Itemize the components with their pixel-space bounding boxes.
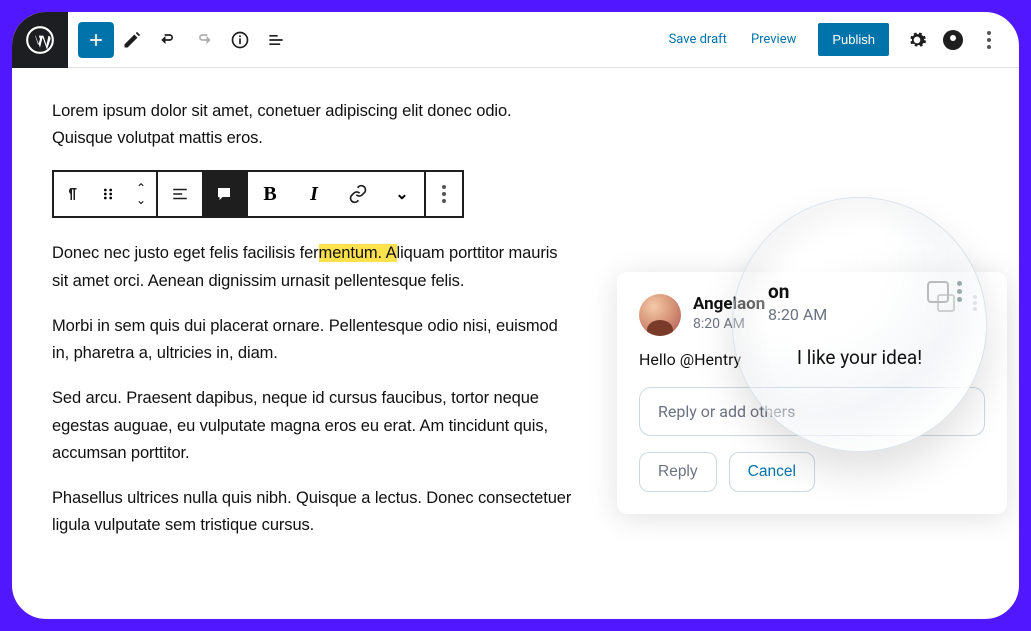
- editor-frame: Save draft Preview Publish Lorem ipsum d…: [0, 0, 1031, 631]
- kebab-icon: [434, 185, 454, 203]
- redo-button: [186, 22, 222, 58]
- undo-icon: [158, 30, 178, 50]
- chevron-down-icon: ⌄: [395, 186, 408, 202]
- list-icon: [266, 30, 286, 50]
- settings-button[interactable]: [899, 22, 935, 58]
- avatar: [639, 294, 681, 336]
- block-toolbar: ⌃⌄ B I ⌄: [52, 170, 464, 218]
- publish-button[interactable]: Publish: [818, 23, 889, 56]
- outline-button[interactable]: [258, 22, 294, 58]
- bold-button[interactable]: B: [248, 172, 292, 216]
- wordpress-icon: [26, 26, 54, 54]
- edit-mode-button[interactable]: [114, 22, 150, 58]
- comment-time: 8:20 AM: [693, 316, 765, 332]
- highlighted-text: mentum. A: [319, 244, 397, 262]
- drag-icon: [100, 186, 116, 202]
- comment-menu-button[interactable]: [965, 295, 985, 311]
- circle-pin-icon: [943, 30, 963, 50]
- editor-column: Lorem ipsum dolor sit amet, conetuer adi…: [52, 98, 572, 557]
- plus-icon: [86, 30, 106, 50]
- comment-body: Hello @Hentry: [639, 350, 985, 369]
- speech-bubble-icon: [215, 185, 233, 203]
- more-menu-button[interactable]: [971, 22, 1007, 58]
- preview-link[interactable]: Preview: [739, 32, 808, 47]
- cancel-button[interactable]: Cancel: [729, 452, 815, 492]
- link-icon: [348, 184, 368, 204]
- save-draft-link[interactable]: Save draft: [657, 32, 739, 47]
- top-toolbar: Save draft Preview Publish: [12, 12, 1019, 68]
- drag-handle[interactable]: [90, 172, 126, 216]
- align-button[interactable]: [158, 172, 202, 216]
- paragraph-1[interactable]: Lorem ipsum dolor sit amet, conetuer adi…: [52, 98, 572, 152]
- info-icon: [230, 30, 250, 50]
- pilcrow-icon: [63, 185, 81, 203]
- link-button[interactable]: [336, 172, 380, 216]
- block-more-button[interactable]: [426, 172, 462, 216]
- comment-author: Angelaon: [693, 294, 765, 314]
- more-format-button[interactable]: ⌄: [380, 172, 424, 216]
- pencil-icon: [122, 30, 142, 50]
- wordpress-logo[interactable]: [12, 12, 68, 68]
- paragraph-2[interactable]: Donec nec justo eget felis facilisis fer…: [52, 240, 572, 294]
- paragraph-5[interactable]: Phasellus ultrices nulla quis nibh. Quis…: [52, 485, 572, 539]
- paragraph-3[interactable]: Morbi in sem quis dui placerat ornare. P…: [52, 313, 572, 367]
- comment-button[interactable]: [202, 172, 246, 216]
- paragraph-block-button[interactable]: [54, 172, 90, 216]
- reply-input[interactable]: Reply or add others: [639, 387, 985, 436]
- move-buttons[interactable]: ⌃⌄: [126, 172, 156, 216]
- resolve-checkbox[interactable]: [937, 294, 955, 312]
- kebab-icon: [979, 31, 999, 49]
- redo-icon: [194, 30, 214, 50]
- add-block-button[interactable]: [78, 22, 114, 58]
- comment-panel: Angelaon 8:20 AM Hello @Hentry Reply or …: [617, 272, 1007, 514]
- reply-button[interactable]: Reply: [639, 452, 717, 492]
- italic-button[interactable]: I: [292, 172, 336, 216]
- align-left-icon: [171, 185, 189, 203]
- chevron-down-icon: ⌄: [136, 194, 146, 206]
- pin-button[interactable]: [935, 22, 971, 58]
- paragraph-4[interactable]: Sed arcu. Praesent dapibus, neque id cur…: [52, 385, 572, 467]
- gear-icon: [907, 30, 927, 50]
- info-button[interactable]: [222, 22, 258, 58]
- undo-button[interactable]: [150, 22, 186, 58]
